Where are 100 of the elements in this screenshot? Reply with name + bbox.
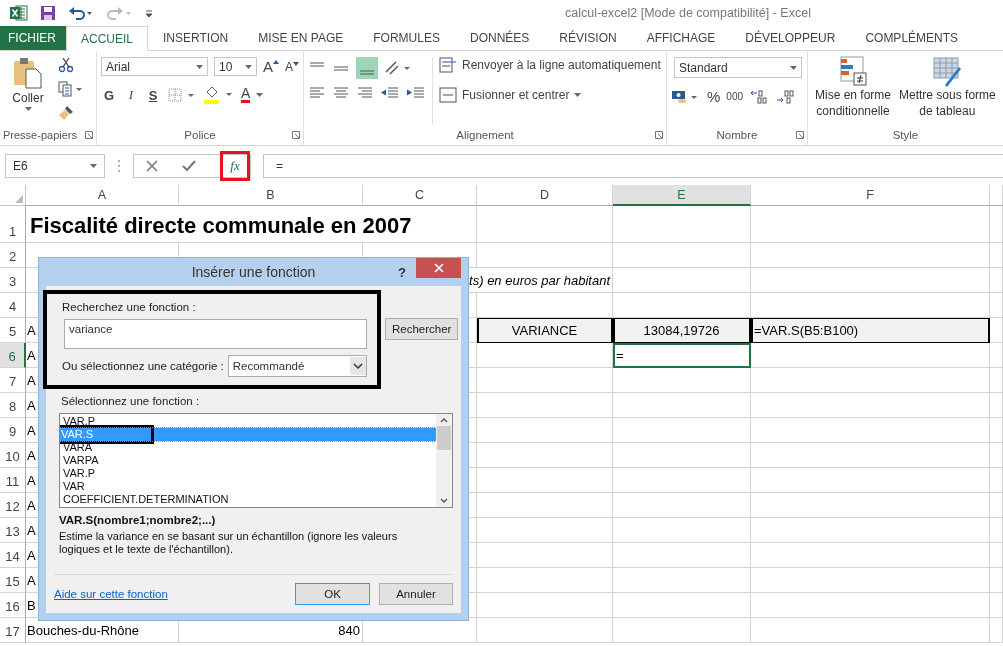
row-header[interactable]: 8: [0, 393, 26, 418]
table-cell[interactable]: [751, 518, 990, 543]
table-cell[interactable]: [990, 268, 1003, 293]
dialog-launcher-icon[interactable]: [292, 131, 300, 139]
table-cell[interactable]: [751, 468, 990, 493]
wrap-text-button[interactable]: Renvoyer à la ligne automatiquement: [439, 57, 661, 73]
table-cell[interactable]: [613, 468, 751, 493]
ribbon-tab[interactable]: AFFICHAGE: [631, 26, 731, 50]
dialog-launcher-icon[interactable]: [85, 131, 93, 139]
table-cell[interactable]: [477, 618, 613, 643]
function-item[interactable]: VARPA: [60, 454, 436, 467]
borders-icon[interactable]: [167, 87, 197, 103]
table-cell[interactable]: [990, 543, 1003, 568]
customize-menu-icon[interactable]: [144, 8, 154, 18]
table-cell[interactable]: [613, 543, 751, 568]
table-cell[interactable]: [990, 618, 1003, 643]
column-header[interactable]: E: [613, 185, 751, 206]
column-header[interactable]: [990, 185, 1003, 206]
fill-color-icon[interactable]: [203, 86, 235, 104]
table-cell[interactable]: [751, 618, 990, 643]
ribbon-tab[interactable]: INSERTION: [148, 26, 244, 50]
select-all-icon[interactable]: [15, 195, 23, 203]
table-cell[interactable]: [477, 418, 613, 443]
insert-function-button[interactable]: fx: [220, 151, 250, 181]
dialog-launcher-icon[interactable]: [796, 131, 804, 139]
function-item[interactable]: COEFFICIENT.DETERMINATION: [60, 493, 436, 506]
function-item[interactable]: VAR.P: [60, 467, 436, 480]
row-header[interactable]: 14: [0, 543, 26, 568]
table-cell[interactable]: [990, 593, 1003, 618]
redo-icon[interactable]: [106, 6, 132, 20]
font-style-button[interactable]: S: [145, 87, 161, 103]
font-size-dropdown[interactable]: 10: [214, 57, 257, 76]
undo-icon[interactable]: [68, 6, 94, 20]
dropdown-arrow-icon[interactable]: [256, 93, 264, 97]
table-cell[interactable]: [477, 593, 613, 618]
row-header[interactable]: 15: [0, 568, 26, 593]
table-cell[interactable]: [751, 268, 990, 293]
table-cell[interactable]: [751, 393, 990, 418]
table-cell[interactable]: [751, 443, 990, 468]
increase-decimal-icon[interactable]: [749, 88, 770, 105]
function-item[interactable]: VAR.P: [60, 415, 436, 428]
font-style-button[interactable]: G: [101, 87, 117, 103]
format-painter-icon[interactable]: [58, 105, 74, 121]
table-cell[interactable]: [477, 518, 613, 543]
cancel-button[interactable]: Annuler: [379, 583, 453, 605]
table-cell[interactable]: [477, 343, 613, 368]
table-cell[interactable]: [751, 568, 990, 593]
row-header[interactable]: 10: [0, 443, 26, 468]
align-center-icon[interactable]: [332, 85, 350, 101]
paste-button[interactable]: Coller: [4, 57, 52, 125]
table-cell[interactable]: [477, 493, 613, 518]
merge-center-button[interactable]: Fusionner et centrer: [439, 87, 661, 103]
column-header[interactable]: C: [363, 185, 477, 206]
table-cell[interactable]: [613, 206, 751, 243]
table-cell[interactable]: [990, 493, 1003, 518]
table-cell[interactable]: [990, 393, 1003, 418]
table-cell[interactable]: [990, 206, 1003, 243]
check-icon[interactable]: [182, 160, 196, 172]
table-cell[interactable]: =: [613, 343, 751, 368]
column-header[interactable]: A: [26, 185, 179, 206]
percent-button[interactable]: %: [707, 88, 721, 105]
align-right-icon[interactable]: [356, 85, 374, 101]
cancel-icon[interactable]: [146, 160, 158, 172]
table-cell[interactable]: [751, 593, 990, 618]
table-cell[interactable]: [990, 293, 1003, 318]
ribbon-tab[interactable]: COMPLÉMENTS: [850, 26, 974, 50]
table-cell[interactable]: [751, 418, 990, 443]
row-header[interactable]: 6: [0, 343, 26, 368]
formula-input[interactable]: =: [263, 154, 1003, 178]
table-cell[interactable]: [613, 418, 751, 443]
close-button[interactable]: [416, 258, 461, 278]
increase-indent-icon[interactable]: [406, 85, 426, 101]
thousands-separator-button[interactable]: 000: [726, 91, 744, 102]
ribbon-tab[interactable]: RÉVISION: [544, 26, 632, 50]
decrease-decimal-icon[interactable]: [775, 88, 796, 105]
table-cell[interactable]: [613, 568, 751, 593]
copy-icon[interactable]: [58, 81, 84, 97]
table-cell[interactable]: [990, 568, 1003, 593]
table-cell[interactable]: [990, 418, 1003, 443]
table-cell[interactable]: [477, 568, 613, 593]
table-cell[interactable]: [613, 518, 751, 543]
grow-font-button[interactable]: A: [262, 58, 279, 75]
ribbon-tab[interactable]: FICHIER: [0, 26, 66, 50]
table-cell[interactable]: [613, 493, 751, 518]
table-cell[interactable]: [613, 618, 751, 643]
table-cell[interactable]: [751, 206, 990, 243]
table-cell[interactable]: [477, 443, 613, 468]
function-item[interactable]: VAR: [60, 480, 436, 493]
align-bottom-icon[interactable]: [356, 57, 378, 79]
table-cell[interactable]: [990, 243, 1003, 268]
shrink-font-button[interactable]: A: [285, 59, 299, 74]
font-name-dropdown[interactable]: Arial: [101, 57, 208, 76]
number-format-dropdown[interactable]: Standard: [674, 57, 802, 78]
table-cell[interactable]: [477, 393, 613, 418]
help-link[interactable]: Aide sur cette fonction: [54, 588, 168, 600]
column-header[interactable]: F: [751, 185, 990, 206]
row-header[interactable]: 4: [0, 293, 26, 318]
table-cell[interactable]: [613, 443, 751, 468]
table-cell[interactable]: [751, 543, 990, 568]
row-header[interactable]: 9: [0, 418, 26, 443]
